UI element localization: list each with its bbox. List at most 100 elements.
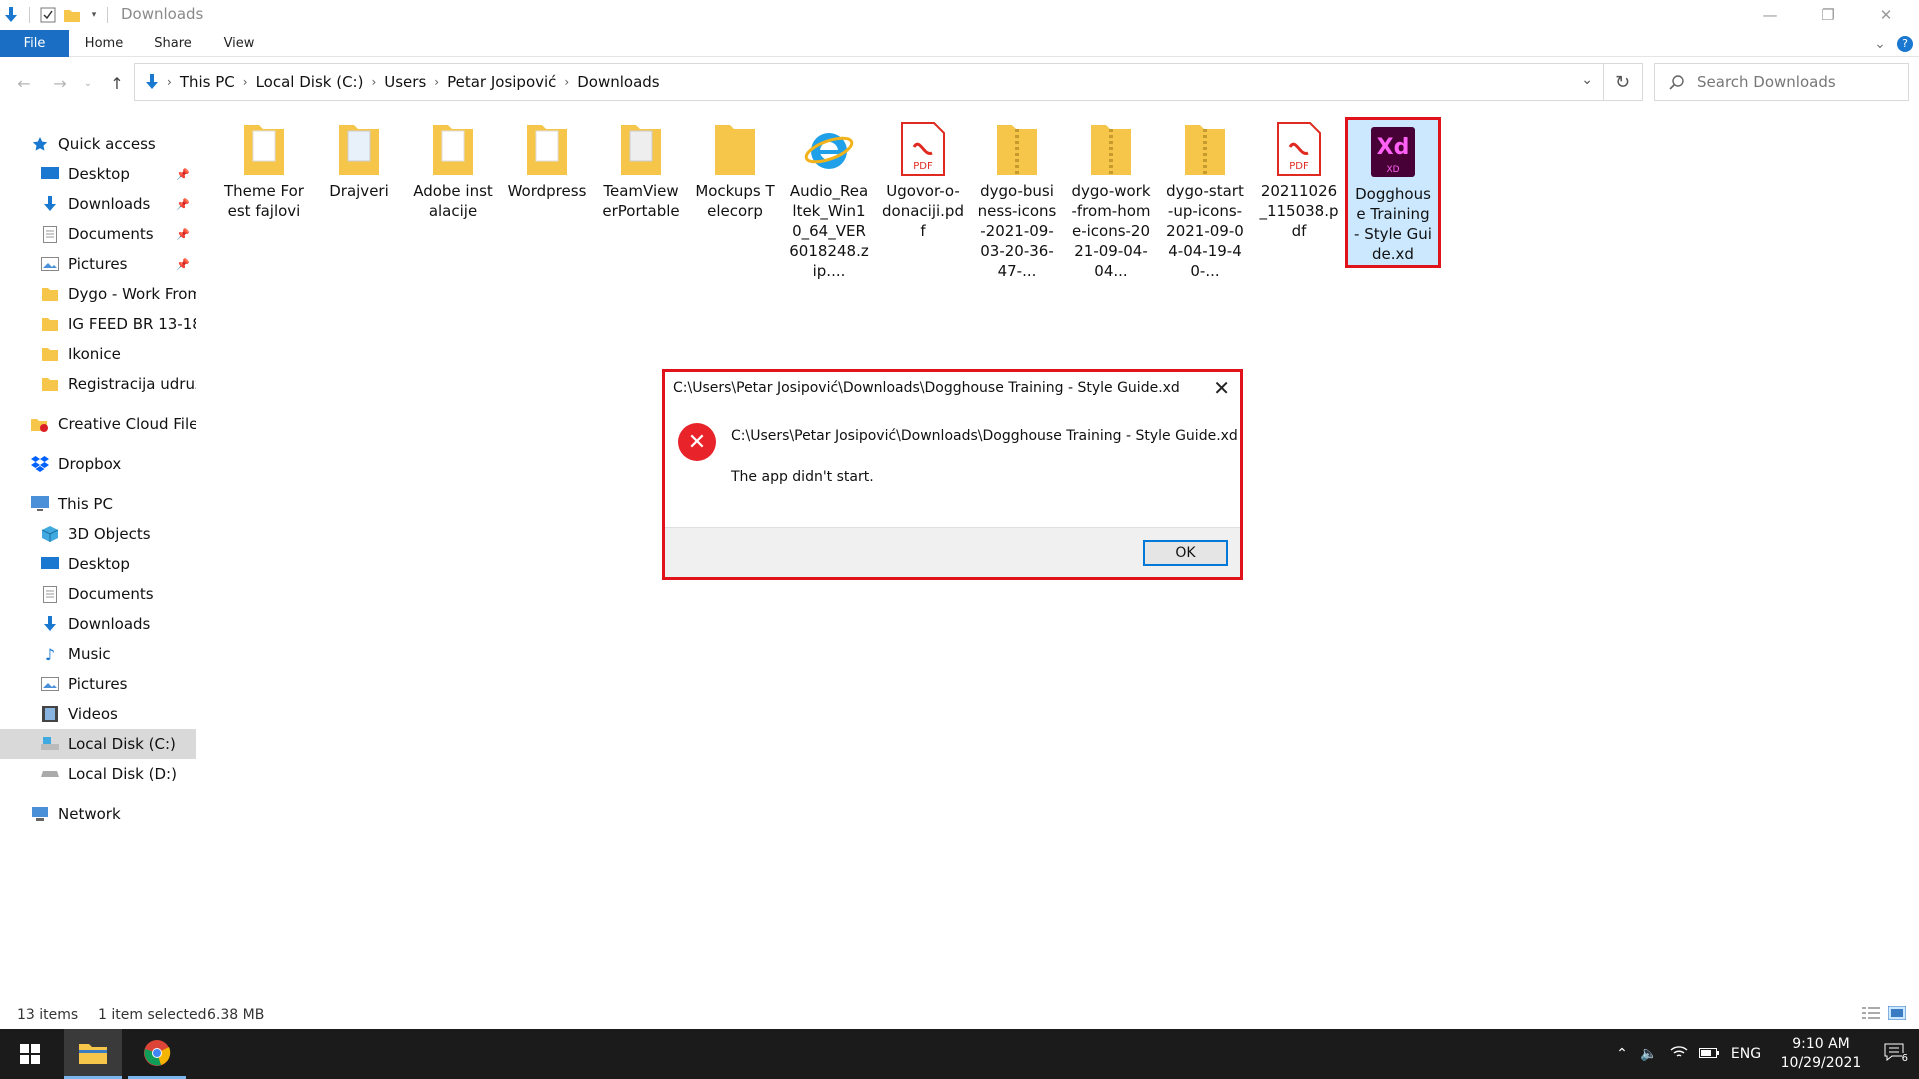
clock-time: 9:10 AM bbox=[1792, 1036, 1850, 1052]
up-button[interactable]: ↑ bbox=[105, 71, 129, 95]
large-icons-view-button[interactable] bbox=[1887, 1005, 1907, 1024]
file-item[interactable]: Drajveri bbox=[314, 117, 404, 201]
refresh-button[interactable]: ↻ bbox=[1603, 63, 1643, 101]
file-item[interactable]: dygo-work-from-home-icons-2021-09-04-04.… bbox=[1066, 117, 1156, 281]
show-hidden-icons-button[interactable]: ⌃ bbox=[1610, 1046, 1634, 1062]
customize-toolbar-icon[interactable]: ▾ bbox=[87, 6, 101, 24]
nav-quick-access[interactable]: Quick access bbox=[0, 129, 196, 159]
file-item-selected[interactable]: Xd XD Dogghouse Training - Style Guide.xd bbox=[1345, 117, 1441, 268]
breadcrumb-chevron-icon[interactable]: › bbox=[432, 75, 441, 89]
breadcrumb: › This PC › Local Disk (C:) › Users › Pe… bbox=[143, 64, 666, 100]
nav-creative-cloud[interactable]: Creative Cloud Files bbox=[0, 409, 196, 439]
taskbar-file-explorer[interactable] bbox=[64, 1029, 122, 1079]
expand-ribbon-button[interactable]: ⌄ bbox=[1868, 30, 1892, 57]
tab-view[interactable]: View bbox=[213, 30, 265, 57]
nav-pictures[interactable]: Pictures bbox=[0, 669, 196, 699]
nav-folder-registracija[interactable]: Registracija udruzer bbox=[0, 369, 196, 399]
nav-desktop-pinned[interactable]: Desktop 📌 bbox=[0, 159, 196, 189]
input-language[interactable]: ENG bbox=[1724, 1046, 1768, 1062]
nav-this-pc[interactable]: This PC bbox=[0, 489, 196, 519]
crumb-users[interactable]: Users bbox=[378, 73, 432, 91]
xd-icon: Xd XD bbox=[1348, 120, 1438, 184]
file-item[interactable]: Mockups Telecorp bbox=[690, 117, 780, 221]
ok-button[interactable]: OK bbox=[1143, 540, 1228, 566]
file-item[interactable]: Audio_Realtek_Win10_64_VER6018248.zip...… bbox=[784, 117, 874, 281]
folder-icon bbox=[596, 117, 686, 181]
breadcrumb-chevron-icon[interactable]: › bbox=[369, 75, 378, 89]
nav-local-disk-d[interactable]: Local Disk (D:) bbox=[0, 759, 196, 789]
tab-home[interactable]: Home bbox=[78, 30, 130, 57]
close-window-button[interactable]: ✕ bbox=[1857, 0, 1915, 30]
start-button[interactable] bbox=[0, 1029, 60, 1079]
nav-documents-pinned[interactable]: Documents 📌 bbox=[0, 219, 196, 249]
nav-dropbox[interactable]: Dropbox bbox=[0, 449, 196, 479]
pin-icon[interactable]: 📌 bbox=[176, 228, 190, 241]
search-input[interactable]: Search Downloads bbox=[1654, 63, 1909, 101]
crumb-local-disk-c[interactable]: Local Disk (C:) bbox=[250, 73, 370, 91]
nav-desktop[interactable]: Desktop bbox=[0, 549, 196, 579]
dialog-close-button[interactable]: ✕ bbox=[1213, 376, 1230, 400]
file-item[interactable]: Wordpress bbox=[502, 117, 592, 201]
address-bar[interactable]: › This PC › Local Disk (C:) › Users › Pe… bbox=[134, 63, 1604, 101]
forward-button[interactable]: → bbox=[48, 71, 72, 95]
crumb-user[interactable]: Petar Josipović bbox=[441, 73, 562, 91]
close-icon: ✕ bbox=[1213, 376, 1230, 400]
breadcrumb-chevron-icon[interactable]: › bbox=[562, 75, 571, 89]
notification-count-badge: 6 bbox=[1901, 1053, 1908, 1064]
wifi-icon[interactable] bbox=[1664, 1045, 1694, 1063]
nav-documents[interactable]: Documents bbox=[0, 579, 196, 609]
dialog-path: C:\Users\Petar Josipović\Downloads\Doggh… bbox=[731, 428, 1238, 444]
battery-icon[interactable] bbox=[1694, 1046, 1724, 1062]
address-dropdown-button[interactable]: ⌄ bbox=[1581, 72, 1593, 88]
tab-file[interactable]: File bbox=[0, 30, 69, 57]
nav-music[interactable]: ♪ Music bbox=[0, 639, 196, 669]
nav-network[interactable]: Network bbox=[0, 799, 196, 829]
search-placeholder: Search Downloads bbox=[1697, 73, 1836, 91]
file-item[interactable]: Theme Forest fajlovi bbox=[219, 117, 309, 221]
nav-downloads-pinned[interactable]: Downloads 📌 bbox=[0, 189, 196, 219]
back-button[interactable]: ← bbox=[12, 71, 36, 95]
taskbar-chrome[interactable] bbox=[128, 1029, 186, 1079]
desktop-icon bbox=[40, 165, 60, 183]
properties-icon[interactable] bbox=[39, 6, 57, 24]
nav-downloads[interactable]: Downloads bbox=[0, 609, 196, 639]
breadcrumb-chevron-icon[interactable]: › bbox=[241, 75, 250, 89]
svg-text:PDF: PDF bbox=[913, 161, 933, 172]
pin-icon[interactable]: 📌 bbox=[176, 168, 190, 181]
pin-icon[interactable]: 📌 bbox=[176, 198, 190, 211]
download-icon bbox=[40, 195, 60, 213]
volume-icon[interactable]: 🔈 bbox=[1634, 1046, 1664, 1062]
help-button[interactable]: ? bbox=[1894, 30, 1916, 57]
nav-3d-objects[interactable]: 3D Objects bbox=[0, 519, 196, 549]
tab-share[interactable]: Share bbox=[147, 30, 199, 57]
ie-icon bbox=[784, 117, 874, 181]
file-item[interactable]: PDF 20211026_115038.pdf bbox=[1254, 117, 1344, 241]
nav-videos[interactable]: Videos bbox=[0, 699, 196, 729]
nav-folder-dygo[interactable]: Dygo - Work From H bbox=[0, 279, 196, 309]
back-arrow-icon: ← bbox=[17, 73, 31, 93]
item-count: 13 items bbox=[17, 1007, 79, 1023]
details-view-button[interactable] bbox=[1862, 1006, 1880, 1024]
crumb-this-pc[interactable]: This PC bbox=[174, 73, 241, 91]
crumb-downloads[interactable]: Downloads bbox=[571, 73, 665, 91]
folder-icon bbox=[502, 117, 592, 181]
file-explorer-icon bbox=[79, 1043, 107, 1064]
download-arrow-icon[interactable] bbox=[2, 6, 20, 24]
pin-icon[interactable]: 📌 bbox=[176, 258, 190, 271]
file-item[interactable]: Adobe instalacije bbox=[408, 117, 498, 221]
new-folder-icon[interactable] bbox=[63, 6, 81, 24]
file-item[interactable]: dygo-business-icons-2021-09-03-20-36-47-… bbox=[972, 117, 1062, 281]
file-item[interactable]: TeamViewerPortable bbox=[596, 117, 686, 221]
recent-locations-button[interactable]: ⌄ bbox=[80, 71, 96, 95]
minimize-button[interactable]: — bbox=[1741, 0, 1799, 30]
file-item[interactable]: PDF Ugovor-o-donaciji.pdf bbox=[878, 117, 968, 241]
up-arrow-icon: ↑ bbox=[110, 73, 124, 93]
maximize-button[interactable]: ❐ bbox=[1799, 0, 1857, 30]
nav-pictures-pinned[interactable]: Pictures 📌 bbox=[0, 249, 196, 279]
notifications-button[interactable]: 6 bbox=[1874, 1043, 1914, 1065]
nav-folder-ikonice[interactable]: Ikonice bbox=[0, 339, 196, 369]
nav-folder-ig-feed[interactable]: IG FEED BR 13-18 bbox=[0, 309, 196, 339]
nav-local-disk-c[interactable]: Local Disk (C:) bbox=[0, 729, 196, 759]
clock[interactable]: 9:10 AM 10/29/2021 bbox=[1768, 1035, 1874, 1073]
file-item[interactable]: dygo-start-up-icons-2021-09-04-04-19-40-… bbox=[1160, 117, 1250, 281]
